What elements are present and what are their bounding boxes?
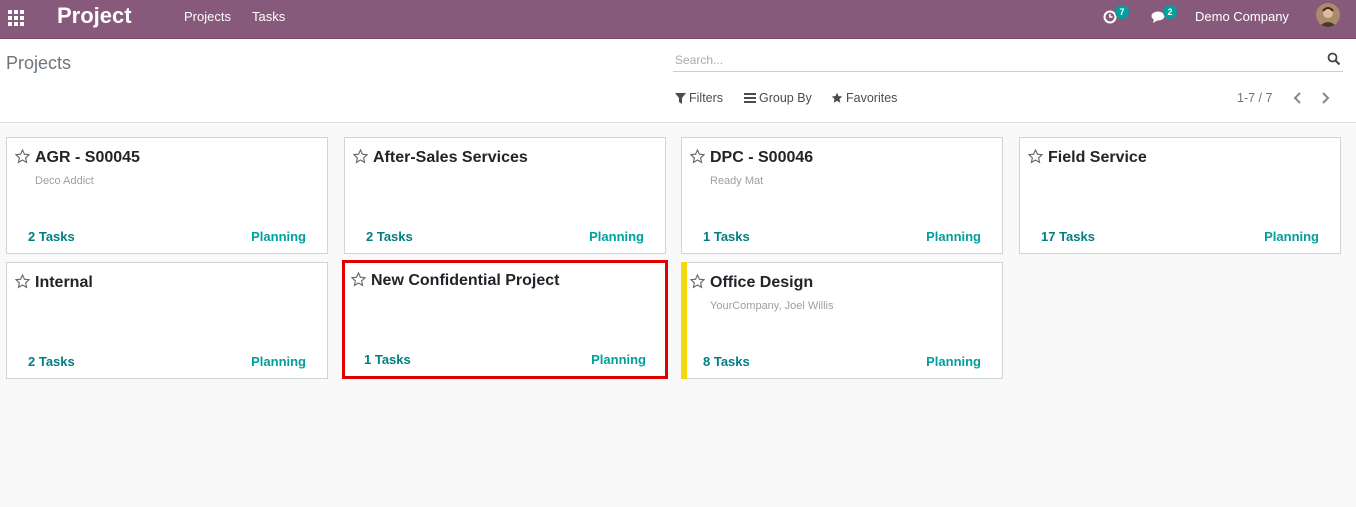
company-switcher[interactable]: Demo Company — [1195, 9, 1289, 24]
project-card[interactable]: Internal 2 Tasks Planning — [6, 262, 328, 379]
search-input[interactable] — [675, 51, 1305, 69]
project-name: Field Service — [1048, 149, 1147, 166]
project-card[interactable]: Field Service 17 Tasks Planning — [1019, 137, 1341, 254]
project-name: DPC - S00046 — [710, 149, 814, 166]
favorite-star-icon[interactable] — [353, 149, 368, 164]
menu-item-projects[interactable]: Projects — [184, 9, 231, 24]
favorite-star-icon[interactable] — [690, 149, 705, 164]
project-stage-link[interactable]: Planning — [589, 229, 644, 244]
filters-button[interactable]: Filters — [675, 91, 723, 105]
menu-item-tasks[interactable]: Tasks — [252, 9, 285, 24]
messages-badge: 2 — [1163, 5, 1177, 19]
pager-previous-icon[interactable] — [1290, 90, 1306, 106]
favorite-star-icon[interactable] — [690, 274, 705, 289]
favorites-label: Favorites — [846, 91, 898, 105]
project-card[interactable]: DPC - S00046 Ready Mat 1 Tasks Planning — [681, 137, 1003, 254]
favorite-star-icon[interactable] — [15, 274, 30, 289]
project-tasks-link[interactable]: 17 Tasks — [1041, 229, 1095, 244]
control-panel: Projects Filters Group By Favorites 1-7 … — [0, 39, 1356, 123]
search-icon[interactable] — [1327, 52, 1341, 66]
filters-label: Filters — [689, 91, 724, 105]
user-avatar[interactable] — [1316, 3, 1340, 27]
project-tasks-link[interactable]: 2 Tasks — [28, 229, 75, 244]
project-tasks-link[interactable]: 2 Tasks — [28, 354, 75, 369]
project-stage-link[interactable]: Planning — [251, 229, 306, 244]
project-stage-link[interactable]: Planning — [1264, 229, 1319, 244]
project-tasks-link[interactable]: 1 Tasks — [703, 229, 750, 244]
project-customer: Deco Addict — [35, 175, 94, 187]
project-card-highlighted[interactable]: New Confidential Project 1 Tasks Plannin… — [342, 260, 668, 379]
group-by-button[interactable]: Group By — [744, 91, 812, 105]
favorite-star-icon[interactable] — [15, 149, 30, 164]
pager-value[interactable]: 1-7 / 7 — [1237, 91, 1272, 105]
activity-badge: 7 — [1115, 5, 1129, 19]
project-stage-link[interactable]: Planning — [926, 354, 981, 369]
top-navbar: Project Projects Tasks 7 2 Demo Company — [0, 0, 1356, 39]
filter-funnel-icon — [675, 92, 686, 104]
group-by-bars-icon — [744, 93, 756, 103]
project-customer: Ready Mat — [710, 175, 764, 187]
project-name: AGR - S00045 — [35, 149, 140, 166]
project-tasks-link[interactable]: 2 Tasks — [366, 229, 413, 244]
project-card[interactable]: Office Design YourCompany, Joel Willis 8… — [681, 262, 1003, 379]
app-name[interactable]: Project — [57, 3, 132, 29]
project-customer: YourCompany, Joel Willis — [710, 300, 834, 312]
project-stage-link[interactable]: Planning — [251, 354, 306, 369]
favorite-star-icon[interactable] — [1028, 149, 1043, 164]
project-stage-link[interactable]: Planning — [926, 229, 981, 244]
project-card[interactable]: After-Sales Services 2 Tasks Planning — [344, 137, 666, 254]
pager-next-icon[interactable] — [1317, 90, 1333, 106]
group-by-label: Group By — [759, 91, 812, 105]
project-tasks-link[interactable]: 1 Tasks — [364, 352, 411, 367]
favorites-star-icon — [831, 92, 843, 103]
project-name: After-Sales Services — [373, 149, 528, 166]
apps-menu-icon[interactable] — [8, 10, 24, 26]
project-card[interactable]: AGR - S00045 Deco Addict 2 Tasks Plannin… — [6, 137, 328, 254]
project-stage-link[interactable]: Planning — [591, 352, 646, 367]
project-name: Internal — [35, 274, 93, 291]
project-tasks-link[interactable]: 8 Tasks — [703, 354, 750, 369]
project-name: New Confidential Project — [371, 272, 560, 289]
page-title: Projects — [6, 53, 72, 73]
search-bar — [673, 49, 1343, 72]
favorites-button[interactable]: Favorites — [831, 91, 897, 105]
favorite-star-icon[interactable] — [351, 272, 366, 287]
project-name: Office Design — [710, 274, 814, 291]
